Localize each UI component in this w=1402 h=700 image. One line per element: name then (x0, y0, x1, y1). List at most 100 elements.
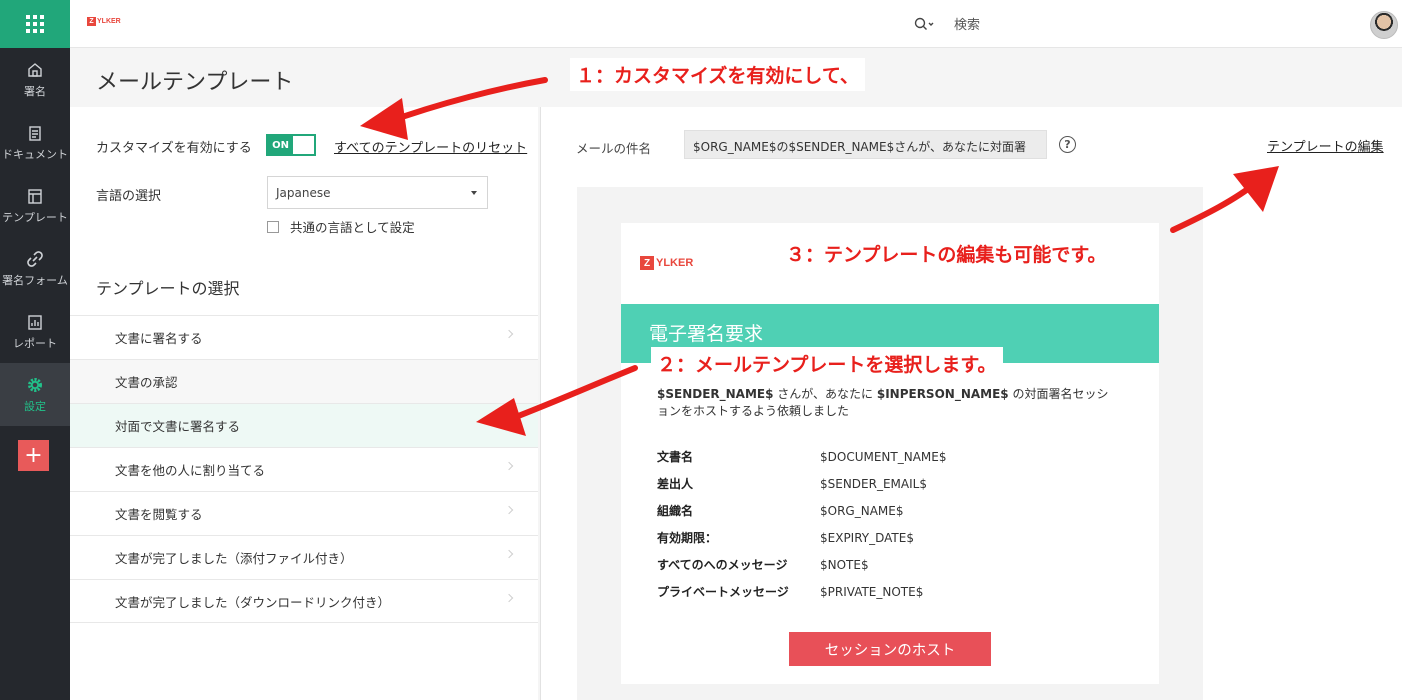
template-item-label: 文書を他の人に割り当てる (115, 463, 266, 478)
subject-label: メールの件名 (576, 141, 652, 156)
template-item-inperson-sign[interactable]: 対面で文書に署名する (70, 403, 538, 447)
chevron-right-icon (504, 593, 514, 603)
template-item-assign[interactable]: 文書を他の人に割り当てる (70, 447, 538, 491)
template-item-label: 対面で文書に署名する (115, 419, 241, 434)
toggle-state: ON (268, 136, 293, 154)
email-brand-logo: Z YLKER (640, 256, 693, 270)
annotation-step3: ３：テンプレートの編集も可能です。 (786, 244, 1107, 266)
subject-field[interactable]: $ORG_NAME$の$SENDER_NAME$さんが、あなたに対面署 (684, 130, 1047, 159)
info-row: 組織名 $ORG_NAME$ (657, 497, 1127, 524)
info-value: $PRIVATE_NOTE$ (820, 584, 924, 599)
customize-label: カスタマイズを有効にする (96, 141, 252, 156)
chevron-right-icon (504, 549, 514, 559)
annotation-step2-label: ２：メールテンプレートを選択します。 (651, 347, 1003, 380)
document-icon (29, 125, 41, 141)
template-item-view[interactable]: 文書を閲覧する (70, 491, 538, 535)
template-item-sign[interactable]: 文書に署名する (70, 315, 538, 359)
info-row: すべてのへのメッセージ $NOTE$ (657, 551, 1127, 578)
nav-item-sign-forms[interactable]: 署名フォーム (0, 237, 70, 300)
common-language-checkbox[interactable] (267, 220, 279, 233)
left-nav: 署名 ドキュメント テンプレート 署名フォーム レポート 設定 + (0, 0, 70, 700)
template-item-label: 文書が完了しました（ダウンロードリンク付き） (115, 594, 391, 610)
language-select[interactable]: Japanese (267, 176, 488, 209)
arrow-step2-icon (476, 365, 638, 436)
arrow-step3-icon (1170, 166, 1279, 233)
info-key: 差出人 (657, 477, 694, 491)
nav-item-label: レポート (13, 336, 57, 350)
info-key: 有効期限： (657, 531, 718, 545)
nav-item-label: 署名 (24, 84, 46, 98)
info-key: すべてのへのメッセージ (657, 558, 788, 572)
nav-item-reports[interactable]: レポート (0, 300, 70, 363)
search-icon[interactable] (913, 15, 935, 33)
nav-item-documents[interactable]: ドキュメント (0, 111, 70, 174)
sender-name-placeholder: $SENDER_NAME$ (657, 387, 774, 401)
template-item-label: 文書に署名する (115, 331, 203, 346)
page-title: メールテンプレート (96, 70, 294, 95)
chevron-right-icon (504, 461, 514, 471)
template-item-approve[interactable]: 文書の承認 (70, 359, 538, 403)
info-key: 文書名 (657, 450, 694, 464)
nav-item-sign[interactable]: 署名 (0, 48, 70, 111)
info-value: $DOCUMENT_NAME$ (820, 449, 947, 464)
template-list: 文書に署名する 文書の承認 対面で文書に署名する 文書を他の人に割り当てる 文書… (70, 315, 538, 623)
info-row: 文書名 $DOCUMENT_NAME$ (657, 443, 1127, 470)
common-language-row: 共通の言語として設定 (267, 217, 415, 236)
help-icon[interactable]: ? (1059, 136, 1076, 153)
chevron-right-icon (504, 505, 514, 515)
template-item-label: 文書の承認 (115, 375, 178, 390)
email-body-text: $SENDER_NAME$ さんが、あなたに $INPERSON_NAME$ の… (657, 386, 1117, 420)
link-icon (27, 250, 43, 267)
avatar[interactable] (1370, 11, 1398, 39)
chevron-right-icon (504, 329, 514, 339)
brand-logo[interactable]: Z YLKER (87, 17, 121, 26)
add-button[interactable]: + (18, 440, 49, 471)
logo-mark: Z (640, 256, 654, 270)
email-preview-card: Z YLKER 電子署名要求 $SENDER_NAME$ さんが、あなたに $I… (621, 223, 1159, 684)
arrow-step1-icon (360, 77, 548, 140)
info-value: $EXPIRY_DATE$ (820, 530, 914, 545)
template-icon (28, 188, 42, 204)
nav-item-templates[interactable]: テンプレート (0, 174, 70, 237)
template-select-title: テンプレートの選択 (96, 279, 240, 298)
language-value: Japanese (276, 186, 331, 200)
info-row: 有効期限： $EXPIRY_DATE$ (657, 524, 1127, 551)
logo-text: YLKER (656, 257, 694, 269)
caret-down-icon (471, 191, 477, 195)
apps-grid-icon (26, 15, 44, 33)
inperson-name-placeholder: $INPERSON_NAME$ (876, 387, 1009, 401)
info-row: プライベートメッセージ $PRIVATE_NOTE$ (657, 578, 1127, 605)
body-text-part1: さんが、あなたに (773, 387, 877, 401)
edit-template-link[interactable]: テンプレートの編集 (1267, 136, 1384, 155)
common-language-label: 共通の言語として設定 (290, 220, 415, 235)
email-info-table: 文書名 $DOCUMENT_NAME$ 差出人 $SENDER_EMAIL$ 組織名… (657, 443, 1127, 605)
info-value: $ORG_NAME$ (820, 503, 904, 518)
info-key: プライベートメッセージ (657, 585, 789, 599)
nav-item-label: ドキュメント (2, 147, 68, 161)
language-label: 言語の選択 (96, 189, 162, 204)
top-header: Z YLKER 検索 (70, 0, 1402, 48)
template-item-completed-attachment[interactable]: 文書が完了しました（添付ファイル付き） (70, 535, 538, 579)
nav-item-label: テンプレート (2, 210, 68, 224)
search-input[interactable]: 検索 (954, 14, 980, 33)
home-icon (28, 62, 42, 77)
app-switcher-button[interactable] (0, 0, 70, 48)
logo-mark: Z (87, 17, 96, 26)
info-key: 組織名 (657, 504, 694, 518)
nav-item-label: 署名フォーム (2, 273, 68, 287)
template-item-completed-download[interactable]: 文書が完了しました（ダウンロードリンク付き） (70, 579, 538, 623)
gear-icon (28, 377, 42, 392)
nav-item-label: 設定 (24, 399, 46, 413)
template-item-label: 文書を閲覧する (115, 507, 203, 522)
info-row: 差出人 $SENDER_EMAIL$ (657, 470, 1127, 497)
email-banner-title: 電子署名要求 (649, 323, 764, 345)
info-value: $NOTE$ (820, 557, 869, 572)
nav-item-settings[interactable]: 設定 (0, 363, 70, 426)
report-icon (28, 314, 42, 330)
template-settings-panel: カスタマイズを有効にする ON すべてのテンプレートのリセット 言語の選択 Ja… (70, 107, 538, 700)
annotation-step1: １：カスタマイズを有効にして、 (570, 58, 865, 91)
info-value: $SENDER_EMAIL$ (820, 476, 927, 491)
host-session-button[interactable]: セッションのホスト (789, 632, 991, 666)
customize-toggle[interactable]: ON (266, 134, 316, 156)
template-item-label: 文書が完了しました（添付ファイル付き） (115, 551, 353, 566)
